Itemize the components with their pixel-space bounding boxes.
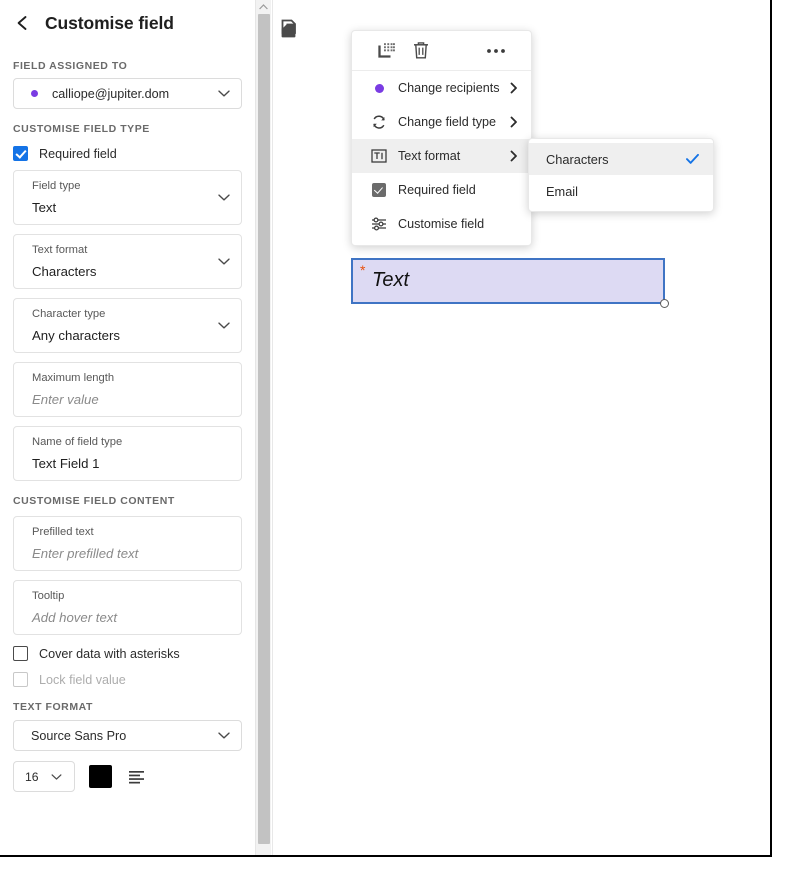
application-window: Customise field FIELD ASSIGNED TO callio…: [0, 0, 772, 857]
maximum-length-card[interactable]: Maximum length Enter value: [13, 362, 242, 417]
chevron-down-icon: [217, 729, 230, 742]
panel-header: Customise field: [0, 0, 255, 46]
pages-copy-icon[interactable]: [280, 18, 304, 42]
chevron-down-icon[interactable]: [217, 191, 230, 204]
recipient-dot-icon: [370, 79, 388, 97]
more-options-icon: [486, 48, 506, 54]
text-field-widget-label: Text: [372, 269, 409, 292]
refresh-icon: [370, 113, 388, 131]
lock-field-value-label: Lock field value: [39, 673, 126, 687]
back-button[interactable]: [13, 14, 31, 32]
customise-field-panel: Customise field FIELD ASSIGNED TO callio…: [0, 0, 255, 857]
chevron-down-icon: [50, 770, 63, 783]
character-type-value: Any characters: [32, 327, 229, 345]
menu-item-change-field-type[interactable]: Change field type: [352, 105, 531, 139]
text-field-widget[interactable]: * Text: [351, 258, 665, 304]
tooltip-label: Tooltip: [32, 589, 229, 604]
delete-field-button[interactable]: [404, 36, 438, 66]
chevron-right-icon: [508, 151, 519, 162]
text-format-card[interactable]: Text format Characters: [13, 234, 242, 289]
recipient-color-dot-icon: [31, 90, 38, 97]
page-title: Customise field: [45, 13, 174, 34]
checkbox-filled-icon: [370, 181, 388, 199]
character-type-label: Character type: [32, 307, 229, 322]
prefilled-text-input[interactable]: Enter prefilled text: [32, 545, 229, 563]
text-format-submenu: Characters Email: [528, 138, 714, 212]
check-icon: [686, 153, 699, 166]
chevron-down-icon: [217, 87, 230, 100]
font-color-swatch[interactable]: [89, 765, 112, 788]
prefilled-text-label: Prefilled text: [32, 525, 229, 540]
character-type-card[interactable]: Character type Any characters: [13, 298, 242, 353]
resize-handle[interactable]: [660, 299, 669, 308]
cover-asterisks-checkbox[interactable]: [13, 646, 28, 661]
tooltip-input[interactable]: Add hover text: [32, 609, 229, 627]
name-of-field-type-input[interactable]: Text Field 1: [32, 455, 229, 473]
prefilled-text-card[interactable]: Prefilled text Enter prefilled text: [13, 516, 242, 571]
maximum-length-input[interactable]: Enter value: [32, 391, 229, 409]
recipient-select[interactable]: calliope@jupiter.dom: [13, 78, 242, 109]
text-format-label: Text format: [32, 243, 229, 258]
cover-asterisks-checkbox-row[interactable]: Cover data with asterisks: [0, 646, 255, 661]
menu-item-required-field[interactable]: Required field: [352, 173, 531, 207]
required-field-label: Required field: [39, 147, 117, 161]
chevron-right-icon: [508, 83, 519, 94]
font-family-select[interactable]: Source Sans Pro: [13, 720, 242, 751]
maximum-length-label: Maximum length: [32, 371, 229, 386]
required-field-checkbox[interactable]: [13, 146, 28, 161]
text-format-icon: [370, 147, 388, 165]
menu-item-label: Required field: [398, 183, 476, 197]
name-of-field-type-label: Name of field type: [32, 435, 229, 450]
align-left-icon[interactable]: [126, 766, 147, 787]
field-type-label: Field type: [32, 179, 229, 194]
more-options-button[interactable]: [479, 36, 513, 66]
chevron-down-icon[interactable]: [217, 255, 230, 268]
canvas-divider: [272, 0, 273, 857]
section-label-text-format: TEXT FORMAT: [0, 701, 255, 713]
section-label-customise-type: CUSTOMISE FIELD TYPE: [0, 123, 255, 135]
menu-item-text-format[interactable]: Text format: [352, 139, 531, 173]
chevron-down-icon[interactable]: [217, 319, 230, 332]
scrollbar-thumb[interactable]: [258, 14, 270, 844]
chevron-right-icon: [508, 117, 519, 128]
menu-item-customise-field[interactable]: Customise field: [352, 207, 531, 241]
text-format-value: Characters: [32, 263, 229, 281]
field-context-menu: Change recipients Change field type: [351, 30, 532, 246]
menu-item-label: Change field type: [398, 115, 496, 129]
panel-scrollbar[interactable]: [255, 0, 271, 857]
duplicate-selection-icon: [378, 42, 396, 60]
trash-icon: [412, 41, 430, 60]
submenu-item-characters[interactable]: Characters: [529, 143, 713, 175]
submenu-item-label: Characters: [546, 152, 609, 167]
context-menu-toolbar: [352, 31, 531, 71]
required-marker-icon: *: [360, 263, 365, 277]
required-field-checkbox-row[interactable]: Required field: [0, 146, 255, 161]
font-size-select[interactable]: 16: [13, 761, 75, 792]
field-type-card[interactable]: Field type Text: [13, 170, 242, 225]
cover-asterisks-label: Cover data with asterisks: [39, 647, 180, 661]
font-family-value: Source Sans Pro: [31, 729, 126, 743]
menu-item-label: Change recipients: [398, 81, 500, 95]
section-label-customise-content: CUSTOMISE FIELD CONTENT: [0, 495, 255, 507]
field-type-value: Text: [32, 199, 229, 217]
menu-item-label: Customise field: [398, 217, 484, 231]
duplicate-selection-button[interactable]: [370, 36, 404, 66]
text-format-controls: 16: [13, 761, 255, 792]
tooltip-card[interactable]: Tooltip Add hover text: [13, 580, 242, 635]
lock-field-value-checkbox-row: Lock field value: [0, 672, 255, 687]
submenu-item-label: Email: [546, 184, 578, 199]
chevron-left-icon: [15, 15, 29, 31]
name-of-field-type-card[interactable]: Name of field type Text Field 1: [13, 426, 242, 481]
recipient-value: calliope@jupiter.dom: [52, 87, 169, 101]
app-root: Customise field FIELD ASSIGNED TO callio…: [0, 0, 801, 869]
submenu-item-email[interactable]: Email: [529, 175, 713, 207]
lock-field-value-checkbox: [13, 672, 28, 687]
menu-item-change-recipients[interactable]: Change recipients: [352, 71, 531, 105]
scrollbar-up-arrow[interactable]: [256, 0, 271, 13]
menu-item-label: Text format: [398, 149, 460, 163]
font-size-value: 16: [25, 770, 39, 784]
section-label-field-assigned: FIELD ASSIGNED TO: [0, 60, 255, 72]
sliders-icon: [370, 215, 388, 233]
